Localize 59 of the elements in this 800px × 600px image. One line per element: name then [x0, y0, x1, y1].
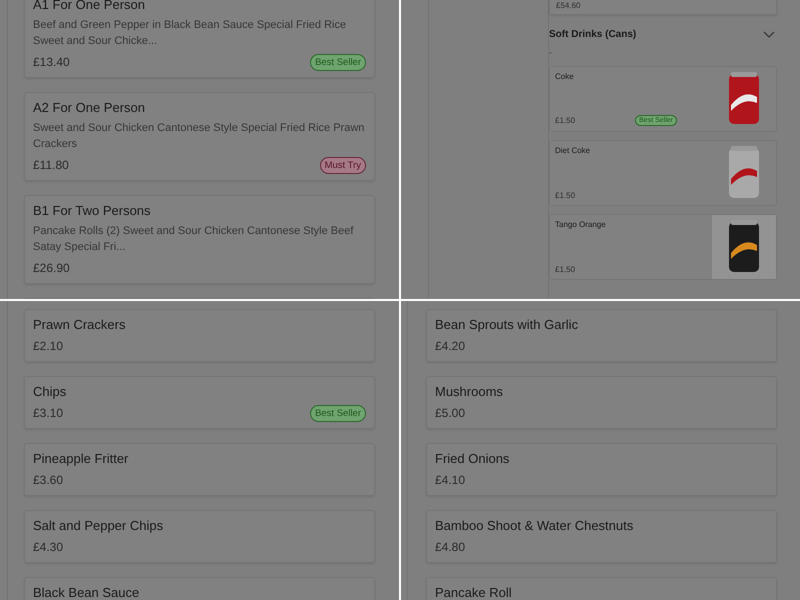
drink-card[interactable]: Diet Coke £1.50	[549, 140, 777, 206]
item-price: £26.90	[33, 261, 70, 275]
item-tag: Best Seller	[310, 54, 366, 70]
item-name: Tango Orange	[555, 220, 607, 229]
item-price: £4.80	[435, 540, 466, 554]
drink-can-drawing	[727, 219, 761, 275]
item-name: Bean Sprouts with Garlic	[435, 317, 580, 333]
item-price: £3.10	[33, 406, 64, 420]
item-price: £1.50	[555, 116, 576, 125]
menu-item-card[interactable]: Bamboo Shoot & Water Chestnuts £4.80	[426, 510, 777, 563]
item-price: £3.60	[33, 473, 64, 487]
item-name: Prawn Crackers	[33, 317, 126, 333]
item-description: Beef and Green Pepper in Black Bean Sauce Special Fried Rice Sweet and Sour Chicke...	[33, 18, 348, 49]
item-name: Pancake Roll	[435, 585, 513, 600]
menu-item-card[interactable]: Bean Sprouts with Garlic £4.20	[426, 309, 777, 362]
drink-can-drawing	[727, 145, 761, 201]
item-name: Mushrooms	[435, 384, 504, 400]
menu-item-card[interactable]: Chips £3.10 Best Seller	[24, 376, 375, 429]
item-name: Chips	[33, 384, 68, 400]
menu-item-card[interactable]: Salt and Pepper Chips £4.30	[24, 510, 375, 563]
dash-mark: -	[549, 48, 552, 58]
menu-item-card[interactable]: A1 For One Person Beef and Green Pepper in Black Bean Sauce Special Fried Rice Sweet and Sour Chicke... £13.40 Best Seller	[24, 0, 375, 78]
item-price: £13.40	[33, 55, 70, 69]
drink-card[interactable]: Tango Orange £1.50	[549, 214, 777, 280]
item-name: Salt and Pepper Chips	[33, 518, 164, 534]
item-name: Fried Onions	[435, 451, 510, 467]
chevron-down-icon[interactable]	[763, 30, 775, 38]
item-name: Coke	[555, 72, 575, 81]
menu-item-card[interactable]: Fried Onions £4.10	[426, 443, 777, 496]
item-price: £1.50	[555, 265, 576, 274]
item-price: £1.50	[555, 191, 576, 200]
item-price: £4.30	[33, 540, 64, 554]
item-price: £5.00	[435, 406, 466, 420]
item-price: £4.10	[435, 473, 466, 487]
item-name: B1 For Two Persons	[33, 203, 152, 219]
menu-item-card[interactable]: £54.60	[549, 0, 777, 15]
menu-item-card[interactable]: Prawn Crackers £2.10	[24, 309, 375, 362]
menu-item-card[interactable]: A2 For One Person Sweet and Sour Chicken Cantonese Style Special Fried Rice Prawn Crackers £11.80 Must Try	[24, 92, 375, 181]
item-price: £4.20	[435, 339, 466, 353]
item-name: Pineapple Fritter	[33, 451, 130, 467]
item-name: A2 For One Person	[33, 100, 146, 116]
item-description: Pancake Rolls (2) Sweet and Sour Chicken Cantonese Style Beef Satay Special Fri...	[33, 224, 354, 255]
item-name: A1 For One Person	[33, 0, 146, 13]
menu-item-card[interactable]: Black Bean Sauce	[24, 577, 375, 600]
item-tag: Best Seller	[310, 404, 366, 422]
menu-item-card[interactable]: Pancake Roll	[426, 577, 777, 600]
item-price: £2.10	[33, 339, 64, 353]
menu-item-card[interactable]: Mushrooms £5.00	[426, 376, 777, 429]
item-name: Bamboo Shoot & Water Chestnuts	[435, 518, 634, 534]
item-description: Sweet and Sour Chicken Cantonese Style Special Fried Rice Prawn Crackers	[33, 121, 366, 152]
section-title: Soft Drinks (Cans)	[549, 29, 636, 40]
menu-item-card[interactable]: Pineapple Fritter £3.60	[24, 443, 375, 496]
item-name: Black Bean Sauce	[33, 585, 140, 600]
item-name: Diet Coke	[555, 146, 592, 155]
item-price: £11.80	[33, 158, 69, 172]
drink-can-drawing	[727, 71, 761, 127]
item-price: £54.60	[556, 1, 582, 10]
item-tag: Must Try	[320, 156, 366, 174]
menu-item-card[interactable]: B1 For Two Persons Pancake Rolls (2) Sweet and Sour Chicken Cantonese Style Beef Satay Special Fri... £26.90	[24, 195, 375, 284]
